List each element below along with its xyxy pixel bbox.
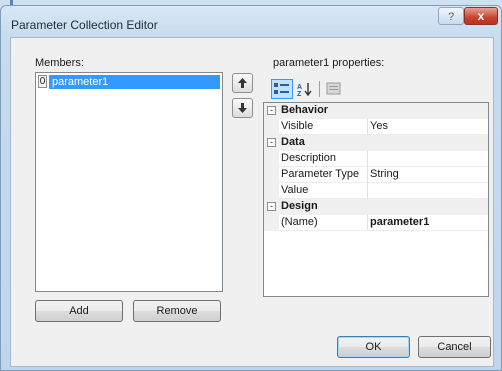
categorized-icon [274, 83, 289, 94]
property-name: Visible [281, 120, 314, 132]
arrow-up-icon [238, 78, 247, 88]
toolbar-separator [319, 81, 320, 97]
alphabetical-sort-icon: A Z [297, 83, 312, 96]
cancel-button[interactable]: Cancel [418, 336, 491, 358]
category-design[interactable]: - Design [264, 199, 488, 215]
list-item[interactable]: 0 parameter1 [38, 75, 220, 89]
list-item-index: 0 [38, 75, 47, 88]
add-button[interactable]: Add [35, 300, 123, 322]
property-pages-button[interactable] [323, 79, 345, 99]
members-listbox[interactable]: 0 parameter1 [35, 72, 223, 292]
category-behavior[interactable]: - Behavior [264, 103, 488, 119]
property-value[interactable]: String [370, 168, 399, 180]
property-name: Description [281, 152, 337, 164]
property-row-parameter-type[interactable]: Parameter Type String [264, 167, 488, 183]
property-row-value[interactable]: Value [264, 183, 488, 199]
move-up-button[interactable] [232, 73, 253, 93]
property-row-description[interactable]: Description [264, 151, 488, 167]
property-row-visible[interactable]: Visible Yes [264, 119, 488, 135]
collapse-toggle-icon[interactable]: - [267, 138, 276, 147]
svg-text:Z: Z [297, 91, 302, 96]
category-label: Design [281, 200, 318, 212]
members-label: Members: [35, 57, 84, 69]
category-label: Behavior [281, 104, 329, 116]
window-title: Parameter Collection Editor [11, 18, 158, 32]
property-name: Parameter Type [281, 168, 360, 180]
category-data[interactable]: - Data [264, 135, 488, 151]
collapse-toggle-icon[interactable]: - [267, 106, 276, 115]
property-name: (Name) [281, 216, 318, 228]
arrow-down-icon [238, 103, 247, 113]
property-pages-icon [326, 82, 341, 95]
property-row-name[interactable]: (Name) parameter1 [264, 215, 488, 231]
property-name: Value [281, 184, 309, 196]
ok-button[interactable]: OK [337, 336, 410, 358]
collapse-toggle-icon[interactable]: - [267, 202, 276, 211]
help-button[interactable]: ? [438, 7, 464, 25]
close-button[interactable]: x [464, 7, 498, 25]
properties-header: parameter1 properties: [273, 57, 385, 69]
categorized-button[interactable] [271, 79, 293, 99]
remove-button[interactable]: Remove [133, 300, 221, 322]
svg-text:A: A [297, 84, 302, 91]
property-grid[interactable]: - Behavior Visible Yes - Data Descriptio… [263, 102, 489, 297]
alphabetical-button[interactable]: A Z [294, 79, 316, 99]
property-value[interactable]: Yes [370, 120, 388, 132]
category-label: Data [281, 136, 305, 148]
dialog-window: Parameter Collection Editor ? x Members:… [0, 5, 502, 371]
property-value[interactable]: parameter1 [370, 216, 429, 228]
list-item-label: parameter1 [49, 75, 220, 89]
move-down-button[interactable] [232, 98, 253, 118]
